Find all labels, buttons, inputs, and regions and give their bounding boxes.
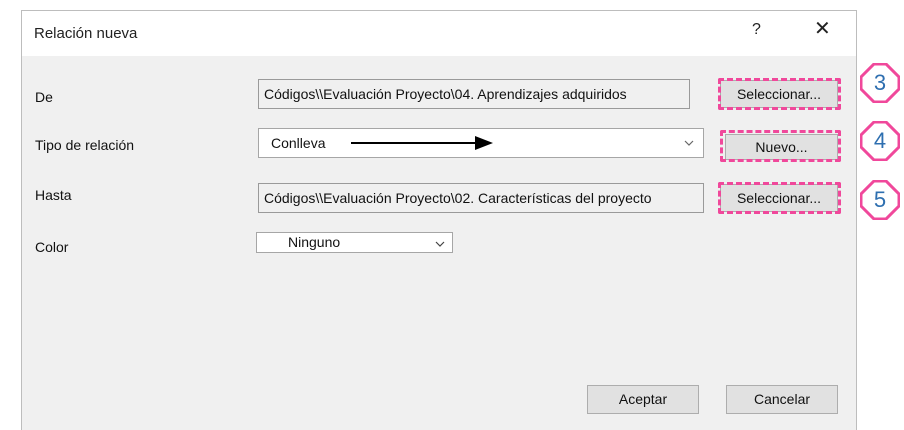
relation-type-label: Tipo de relación xyxy=(35,137,135,153)
callout-badge-3: 3 xyxy=(859,62,901,104)
callout-number-3: 3 xyxy=(873,70,887,95)
close-icon[interactable]: ✕ xyxy=(814,19,831,39)
chevron-down-icon xyxy=(435,241,445,247)
relation-dialog: Relación nueva ? ✕ De Códigos\\Evaluació… xyxy=(21,10,857,430)
chevron-down-icon xyxy=(684,140,694,146)
color-select[interactable]: Ninguno xyxy=(256,232,453,253)
callout-badge-4: 4 xyxy=(859,120,901,162)
arrow-right-icon xyxy=(351,136,493,150)
relation-type-select[interactable]: Conlleva xyxy=(258,128,704,158)
callout-highlight-4 xyxy=(720,130,841,162)
dialog-title: Relación nueva xyxy=(34,25,138,42)
cancel-button[interactable]: Cancelar xyxy=(726,385,838,414)
color-value: Ninguno xyxy=(288,234,341,250)
from-label: De xyxy=(35,89,53,105)
to-field: Códigos\\Evaluación Proyecto\02. Caracte… xyxy=(258,183,704,213)
callout-highlight-3 xyxy=(718,78,841,110)
relation-type-value: Conlleva xyxy=(271,135,326,151)
title-bar: Relación nueva ? ✕ xyxy=(22,11,856,56)
callout-number-4: 4 xyxy=(873,128,887,153)
to-label: Hasta xyxy=(35,187,72,203)
from-field: Códigos\\Evaluación Proyecto\04. Aprendi… xyxy=(258,79,690,109)
help-button[interactable]: ? xyxy=(752,21,761,39)
accept-button[interactable]: Aceptar xyxy=(587,385,699,414)
color-label: Color xyxy=(35,239,69,255)
callout-number-5: 5 xyxy=(873,187,887,212)
callout-badge-5: 5 xyxy=(859,179,901,221)
callout-highlight-5 xyxy=(718,182,841,214)
